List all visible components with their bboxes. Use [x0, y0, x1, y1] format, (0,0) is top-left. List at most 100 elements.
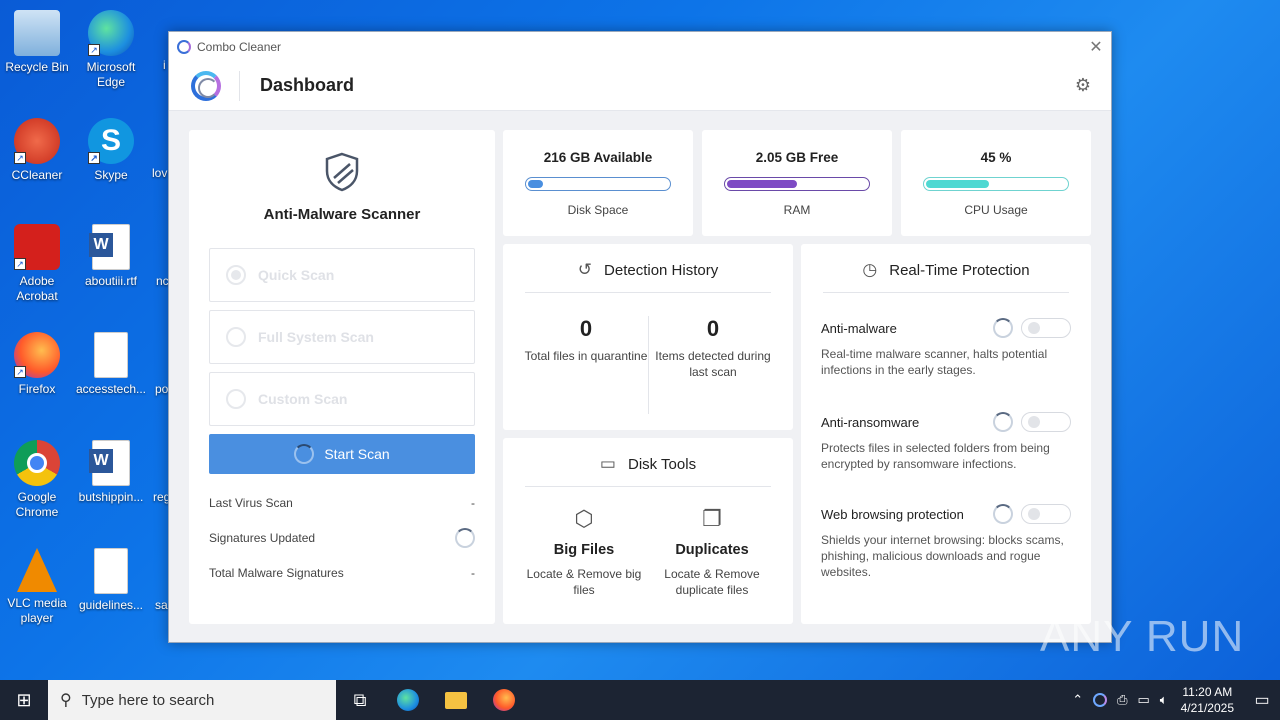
- last-virus-scan-row: Last Virus Scan -: [209, 496, 475, 510]
- loading-spinner-icon: [993, 412, 1013, 432]
- anti-ransomware-protection: Anti-ransomware Protects files in select…: [821, 412, 1071, 472]
- detection-history-header: ↺ Detection History: [503, 260, 793, 280]
- desktop-partial-label: nc: [156, 274, 169, 288]
- quarantine-stat: 0 Total files in quarantine: [521, 316, 651, 364]
- info-label: Total Malware Signatures: [209, 566, 344, 580]
- windows-start-icon[interactable]: ⊞: [0, 680, 48, 720]
- clock-date: 4/21/2025: [1180, 701, 1234, 715]
- clock[interactable]: 11:20 AM 4/21/2025: [1181, 684, 1234, 716]
- scan-option-label: Full System Scan: [258, 329, 374, 345]
- edge-taskbar-icon[interactable]: [384, 680, 432, 720]
- vlc-icon: [17, 548, 57, 592]
- tray-app-icon[interactable]: ⎙: [1117, 692, 1127, 708]
- section-title: Real-Time Protection: [889, 261, 1030, 279]
- detection-history-card[interactable]: ↺ Detection History 0 Total files in qua…: [503, 244, 793, 430]
- custom-scan-option[interactable]: Custom Scan: [209, 372, 475, 426]
- desktop-icon-label: VLC media player: [7, 596, 67, 625]
- duplicates-tool[interactable]: ❐ Duplicates Locate & Remove duplicate f…: [647, 506, 777, 598]
- window-titlebar[interactable]: Combo Cleaner ✕: [169, 32, 1111, 61]
- gear-icon[interactable]: ⚙: [1075, 75, 1091, 96]
- tool-name: Big Files: [553, 542, 615, 558]
- web-browsing-protection: Web browsing protection Shields your int…: [821, 504, 1071, 580]
- desktop-icon-chrome[interactable]: Google Chrome: [1, 440, 73, 520]
- desktop-icon-label: Skype: [94, 168, 128, 182]
- anti-malware-toggle[interactable]: [1021, 318, 1071, 338]
- disk-space-bar: [525, 177, 671, 191]
- image-file-icon: [94, 548, 128, 594]
- protection-description: Protects files in selected folders from …: [821, 441, 1050, 471]
- network-icon[interactable]: ▭: [1138, 692, 1150, 708]
- quick-scan-option[interactable]: Quick Scan: [209, 248, 475, 302]
- radio-button[interactable]: [226, 327, 246, 347]
- total-malware-signatures-row: Total Malware Signatures -: [209, 566, 475, 580]
- bar-fill: [926, 180, 989, 188]
- desktop-icon-accesstech[interactable]: accesstech...: [75, 332, 147, 397]
- disk-space-value: 216 GB Available: [543, 150, 653, 165]
- bar-fill: [528, 180, 544, 188]
- close-button[interactable]: ✕: [1081, 37, 1111, 57]
- divider: [525, 292, 771, 293]
- disk-space-card: 216 GB Available Disk Space: [503, 130, 693, 236]
- disk-tools-header: ▭ Disk Tools: [503, 454, 793, 474]
- desktop-icon-label: Adobe Acrobat: [16, 274, 58, 303]
- file-explorer-icon[interactable]: [432, 680, 480, 720]
- notification-icon[interactable]: ▭: [1244, 690, 1280, 710]
- start-scan-button[interactable]: Start Scan: [209, 434, 475, 474]
- chevron-up-icon[interactable]: ⌃: [1072, 692, 1083, 708]
- history-icon: ↺: [577, 260, 593, 279]
- edge-icon: ↗: [88, 10, 134, 56]
- cpu-usage-label: CPU Usage: [964, 203, 1028, 217]
- web-browsing-toggle[interactable]: [1021, 504, 1071, 524]
- real-time-protection-header: ◷ Real-Time Protection: [801, 260, 1091, 280]
- desktop-icon-recycle-bin[interactable]: Recycle Bin: [1, 10, 73, 75]
- loading-spinner-icon: [993, 318, 1013, 338]
- section-title: Disk Tools: [627, 455, 697, 473]
- desktop-icon-label: Microsoft Edge: [86, 60, 136, 89]
- desktop-icon-edge[interactable]: ↗ Microsoft Edge: [75, 10, 147, 90]
- desktop-icon-vlc[interactable]: VLC media player: [1, 548, 73, 626]
- cpu-usage-value: 45 %: [980, 150, 1012, 165]
- radio-button[interactable]: [226, 265, 246, 285]
- signatures-updated-row: Signatures Updated: [209, 528, 475, 548]
- desktop-icon-guidelines[interactable]: guidelines...: [75, 548, 147, 613]
- recycle-bin-icon: [14, 10, 60, 56]
- skype-icon: S ↗: [88, 118, 134, 164]
- ccleaner-icon: ↗: [14, 118, 60, 164]
- desktop-partial-label: i: [163, 58, 166, 72]
- full-system-scan-option[interactable]: Full System Scan: [209, 310, 475, 364]
- window-title: Combo Cleaner: [197, 39, 282, 54]
- desktop-icon-butshippin[interactable]: W butshippin...: [75, 440, 147, 505]
- detected-label: Items detected during last scan: [655, 349, 771, 379]
- loading-spinner-icon: [455, 528, 475, 548]
- task-view-icon[interactable]: ⧉: [336, 680, 384, 720]
- word-document-icon: W: [89, 440, 130, 486]
- system-tray: ⌃ ⎙ ▭ 🔈︎ 11:20 AM 4/21/2025 ▭: [1067, 680, 1280, 720]
- desktop-icon-aboutiii[interactable]: W aboutiii.rtf: [75, 224, 147, 289]
- ram-bar: [724, 177, 870, 191]
- desktop-icon-firefox[interactable]: ↗ Firefox: [1, 332, 73, 397]
- desktop-icon-label: accesstech...: [75, 382, 147, 396]
- protection-name: Web browsing protection: [821, 506, 964, 522]
- desktop-icon-acrobat[interactable]: ↗ Adobe Acrobat: [1, 224, 73, 304]
- app-header: Dashboard ⚙: [169, 61, 1111, 111]
- combo-cleaner-tray-icon[interactable]: [1093, 693, 1108, 707]
- desktop-icon-skype[interactable]: S ↗ Skype: [75, 118, 147, 183]
- volume-icon[interactable]: 🔈︎: [1160, 692, 1168, 708]
- radio-button[interactable]: [226, 389, 246, 409]
- quarantine-count: 0: [579, 316, 593, 341]
- scanner-title: Anti-Malware Scanner: [263, 206, 421, 223]
- firefox-taskbar-icon[interactable]: [480, 680, 528, 720]
- desktop-partial-label: po: [155, 382, 169, 396]
- ram-value: 2.05 GB Free: [755, 150, 839, 165]
- detected-stat: 0 Items detected during last scan: [648, 316, 778, 380]
- firefox-icon: ↗: [14, 332, 60, 378]
- anti-ransomware-toggle[interactable]: [1021, 412, 1071, 432]
- taskbar-search[interactable]: ⚲ Type here to search: [48, 680, 336, 720]
- search-icon: ⚲: [60, 692, 72, 709]
- tool-description: Locate & Remove duplicate files: [664, 567, 760, 597]
- tool-description: Locate & Remove big files: [526, 567, 642, 597]
- header-divider: [239, 70, 240, 101]
- ram-label: RAM: [783, 203, 811, 217]
- big-files-tool[interactable]: ⬡ Big Files Locate & Remove big files: [519, 506, 649, 598]
- desktop-icon-ccleaner[interactable]: ↗ CCleaner: [1, 118, 73, 183]
